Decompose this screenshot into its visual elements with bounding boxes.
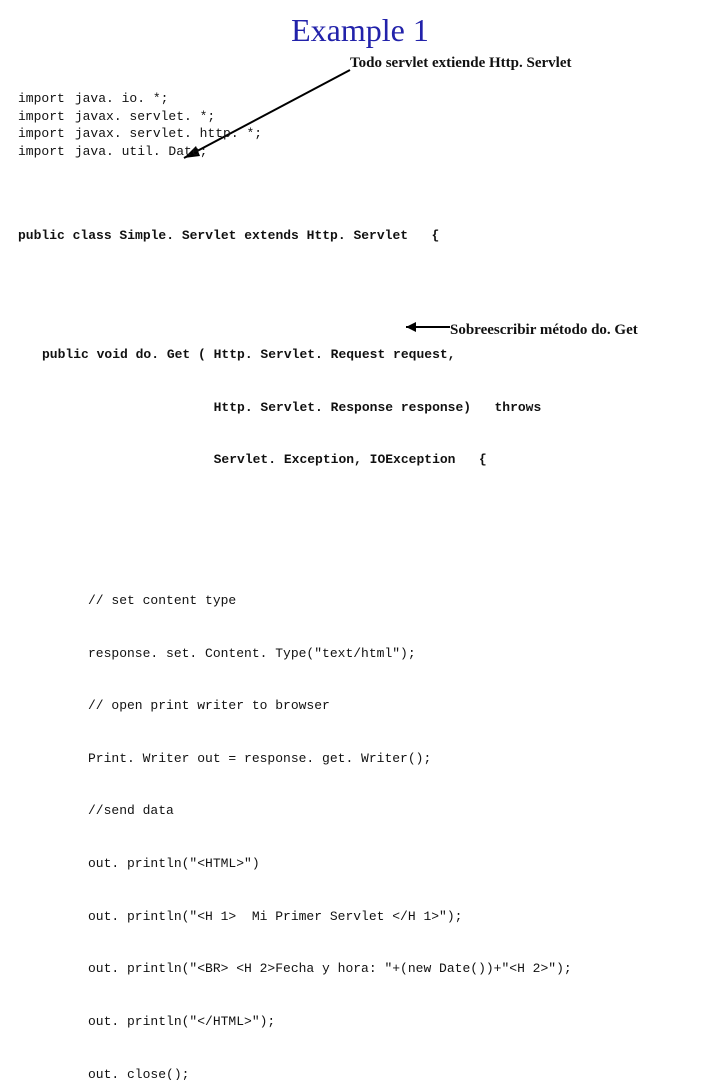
code-line: out. close();	[88, 1066, 702, 1080]
code-line: out. println("<H 1> Mi Primer Servlet </…	[88, 908, 702, 926]
import-kw: import	[18, 125, 65, 143]
code-comment: // set content type	[88, 592, 702, 610]
import-pkg: javax. servlet. http. *;	[75, 125, 262, 143]
method-body: // set content type response. set. Conte…	[88, 557, 702, 1080]
code-line: out. println("<BR> <H 2>Fecha y hora: "+…	[88, 960, 702, 978]
code-line: out. println("</HTML>");	[88, 1013, 702, 1031]
import-pkg: java. io. *;	[75, 90, 262, 108]
import-kw: import	[18, 143, 65, 161]
method-line: public void do. Get ( Http. Servlet. Req…	[42, 346, 702, 364]
method-line: Http. Servlet. Response response) throws	[42, 399, 702, 417]
method-line: Servlet. Exception, IOException {	[42, 451, 702, 469]
method-signature: public void do. Get ( Http. Servlet. Req…	[42, 311, 702, 504]
code-line: out. println("<HTML>")	[88, 855, 702, 873]
code-comment: // open print writer to browser	[88, 697, 702, 715]
code-line: response. set. Content. Type("text/html"…	[88, 645, 702, 663]
import-pkg: javax. servlet. *;	[75, 108, 262, 126]
code-line: Print. Writer out = response. get. Write…	[88, 750, 702, 768]
import-kw: import	[18, 90, 65, 108]
slide-title: Example 1	[18, 12, 702, 49]
imports-block: import import import import java. io. *;…	[18, 90, 702, 160]
import-pkg: java. util. Date;	[75, 143, 262, 161]
code-comment: //send data	[88, 802, 702, 820]
code-block: import import import import java. io. *;…	[18, 55, 702, 1080]
import-kw: import	[18, 108, 65, 126]
class-declaration: public class Simple. Servlet extends Htt…	[18, 227, 702, 245]
